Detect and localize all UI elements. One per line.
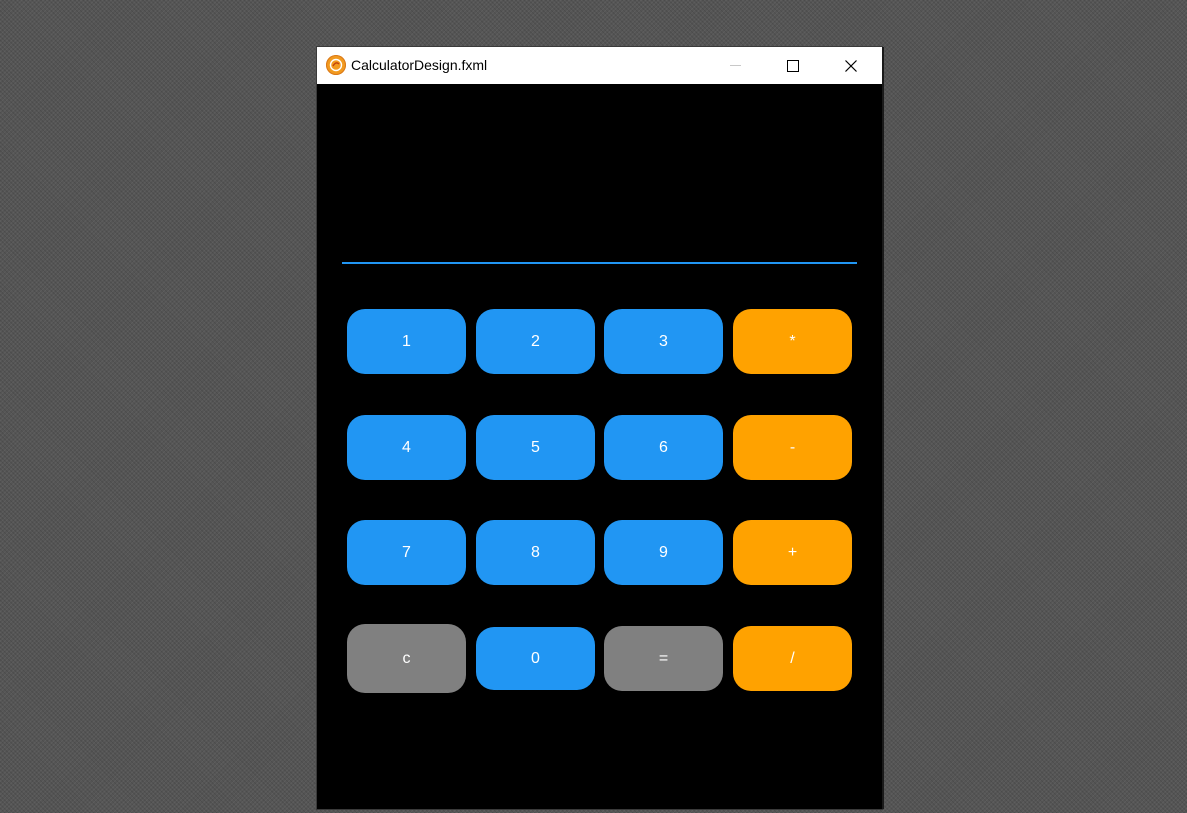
close-button[interactable] bbox=[822, 47, 880, 84]
key-4[interactable]: 4 bbox=[347, 415, 466, 480]
calculator-window: CalculatorDesign.fxml 1 2 3 * 4 5 6 - 7 … bbox=[317, 47, 882, 809]
maximize-button[interactable] bbox=[764, 47, 822, 84]
window-title: CalculatorDesign.fxml bbox=[351, 57, 488, 73]
title-bar[interactable]: CalculatorDesign.fxml bbox=[317, 47, 882, 84]
minimize-icon bbox=[729, 65, 741, 66]
key-1[interactable]: 1 bbox=[347, 309, 466, 374]
calculator-body: 1 2 3 * 4 5 6 - 7 8 9 + c 0 = / bbox=[317, 84, 882, 809]
key-3[interactable]: 3 bbox=[604, 309, 723, 374]
key-7[interactable]: 7 bbox=[347, 520, 466, 585]
maximize-icon bbox=[787, 59, 799, 72]
key-2[interactable]: 2 bbox=[476, 309, 595, 374]
display-field[interactable] bbox=[342, 114, 857, 264]
key-0[interactable]: 0 bbox=[476, 627, 595, 690]
key-8[interactable]: 8 bbox=[476, 520, 595, 585]
app-icon bbox=[326, 55, 346, 75]
key-subtract[interactable]: - bbox=[733, 415, 852, 480]
key-multiply[interactable]: * bbox=[733, 309, 852, 374]
key-6[interactable]: 6 bbox=[604, 415, 723, 480]
key-add[interactable]: + bbox=[733, 520, 852, 585]
key-9[interactable]: 9 bbox=[604, 520, 723, 585]
key-divide[interactable]: / bbox=[733, 626, 852, 691]
close-icon bbox=[845, 59, 857, 72]
key-equals[interactable]: = bbox=[604, 626, 723, 691]
minimize-button[interactable] bbox=[706, 47, 764, 84]
key-clear[interactable]: c bbox=[347, 624, 466, 693]
key-5[interactable]: 5 bbox=[476, 415, 595, 480]
